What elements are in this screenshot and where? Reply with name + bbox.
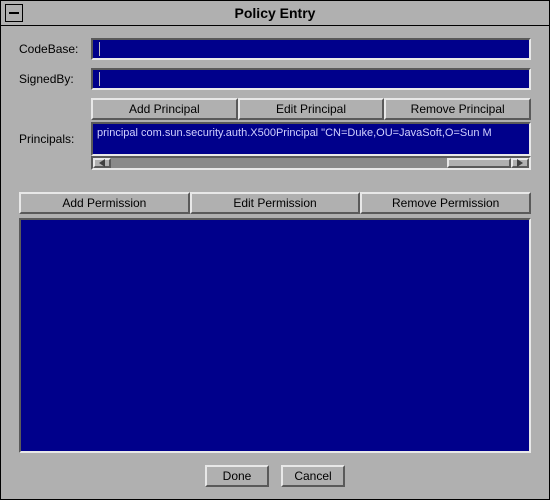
caret-icon xyxy=(99,42,100,56)
edit-permission-button[interactable]: Edit Permission xyxy=(190,192,361,214)
caret-icon xyxy=(99,72,100,86)
cancel-button[interactable]: Cancel xyxy=(281,465,345,487)
signedby-input[interactable] xyxy=(91,68,531,90)
policy-entry-window: Policy Entry CodeBase: SignedBy: Add Pri… xyxy=(0,0,550,500)
principals-section: Principals: principal com.sun.security.a… xyxy=(19,122,531,170)
permissions-list[interactable] xyxy=(19,218,531,453)
principal-button-row: Add Principal Edit Principal Remove Prin… xyxy=(91,98,531,120)
edit-principal-button[interactable]: Edit Principal xyxy=(238,98,385,120)
list-item[interactable]: principal com.sun.security.auth.X500Prin… xyxy=(97,126,525,140)
remove-principal-button[interactable]: Remove Principal xyxy=(384,98,531,120)
scroll-left-icon[interactable] xyxy=(93,158,111,168)
add-permission-button[interactable]: Add Permission xyxy=(19,192,190,214)
remove-permission-button[interactable]: Remove Permission xyxy=(360,192,531,214)
signedby-label: SignedBy: xyxy=(19,72,91,86)
principals-label: Principals: xyxy=(19,122,91,170)
principals-hscrollbar[interactable] xyxy=(91,156,531,170)
permission-button-row: Add Permission Edit Permission Remove Pe… xyxy=(19,192,531,214)
scroll-track[interactable] xyxy=(111,158,511,168)
add-principal-button[interactable]: Add Principal xyxy=(91,98,238,120)
client-area: CodeBase: SignedBy: Add Principal Edit P… xyxy=(1,26,549,499)
titlebar: Policy Entry xyxy=(1,1,549,26)
codebase-row: CodeBase: xyxy=(19,38,531,60)
dialog-footer: Done Cancel xyxy=(19,465,531,487)
done-button[interactable]: Done xyxy=(205,465,269,487)
scroll-thumb[interactable] xyxy=(447,158,511,168)
codebase-input[interactable] xyxy=(91,38,531,60)
scroll-right-icon[interactable] xyxy=(511,158,529,168)
signedby-row: SignedBy: xyxy=(19,68,531,90)
window-title: Policy Entry xyxy=(1,5,549,21)
principals-list-container: principal com.sun.security.auth.X500Prin… xyxy=(91,122,531,170)
principals-list[interactable]: principal com.sun.security.auth.X500Prin… xyxy=(91,122,531,156)
codebase-label: CodeBase: xyxy=(19,42,91,56)
